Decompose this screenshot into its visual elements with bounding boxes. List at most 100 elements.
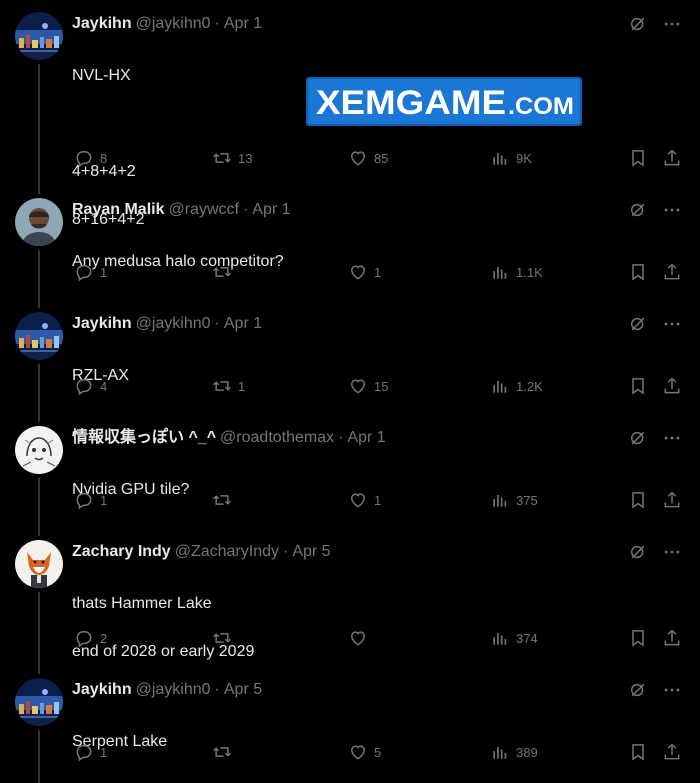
tweet-header: Jaykihn @jaykihn0 · Apr 5 [72,680,262,700]
retweet-icon [213,633,231,643]
share-button[interactable] [662,628,682,648]
avatar[interactable] [15,540,63,588]
avatar[interactable] [15,312,63,360]
more-options-button[interactable] [662,680,682,700]
reply-button[interactable]: 1 [74,262,107,282]
avatar[interactable] [15,198,63,246]
grok-button[interactable] [628,428,648,448]
reply-button[interactable]: 8 [74,148,107,168]
retweet-icon [213,495,231,505]
more-options-button[interactable] [662,428,682,448]
likes-count: 1 [374,492,382,508]
share-button[interactable] [662,262,682,282]
reply-button[interactable]: 1 [74,742,107,762]
retweet-button[interactable]: 1 [212,376,245,396]
bookmark-button[interactable] [628,376,648,396]
display-name[interactable]: Jaykihn [72,681,132,698]
views-button[interactable]: 389 [490,742,538,762]
tweet-header: 情報収集っぽい ^_^ @roadtothemax · Apr 1 [72,428,386,448]
like-button[interactable] [348,628,374,648]
tweet-date[interactable]: Apr 1 [347,429,385,446]
tweet-action-bar: 2 374 [72,628,700,650]
bar-chart-icon [493,381,507,393]
like-button[interactable]: 5 [348,742,381,762]
retweet-button[interactable] [212,490,238,510]
more-icon [664,22,680,26]
grok-icon [631,683,645,697]
like-button[interactable]: 85 [348,148,388,168]
user-handle[interactable]: @jaykihn0 [136,681,211,698]
bookmark-button[interactable] [628,262,648,282]
tweet-date[interactable]: Apr 1 [224,315,262,332]
reply-button[interactable]: 1 [74,490,107,510]
grok-button[interactable] [628,314,648,334]
tweet-header: Jaykihn @jaykihn0 · Apr 1 [72,314,262,334]
retweet-button[interactable] [212,742,238,762]
like-button[interactable]: 1 [348,490,381,510]
reply-icon [76,493,92,510]
display-name[interactable]: Jaykihn [72,15,132,32]
grok-button[interactable] [628,14,648,34]
more-options-button[interactable] [662,14,682,34]
heart-icon [350,379,366,394]
user-handle[interactable]: @raywccf [168,201,238,218]
share-icon [664,263,680,280]
avatar[interactable] [15,426,63,474]
avatar[interactable] [15,678,63,726]
more-options-button[interactable] [662,542,682,562]
display-name[interactable]: 情報収集っぽい ^_^ [72,429,216,446]
separator-dot: · [242,201,249,218]
avatar[interactable] [15,12,63,60]
views-button[interactable]: 1.2K [490,376,543,396]
heart-icon [350,631,366,646]
retweets-count: 13 [238,150,253,166]
bookmark-button[interactable] [628,148,648,168]
share-button[interactable] [662,376,682,396]
grok-button[interactable] [628,680,648,700]
more-options-button[interactable] [662,200,682,220]
display-name[interactable]: Jaykihn [72,315,132,332]
user-handle[interactable]: @jaykihn0 [136,15,211,32]
views-button[interactable]: 1.1K [490,262,543,282]
thread-connector [38,364,40,422]
tweet-thread: Jaykihn @jaykihn0 · Apr 1 NVL-HX 4+8+4+2 8+… [0,0,700,783]
bookmark-button[interactable] [628,490,648,510]
tweet-date[interactable]: Apr 5 [292,543,330,560]
views-button[interactable]: 374 [490,628,538,648]
tweet-text-line: thats Hammer Lake [72,595,212,612]
bookmark-button[interactable] [628,742,648,762]
share-icon [664,743,680,760]
views-button[interactable]: 9K [490,148,532,168]
more-options-button[interactable] [662,314,682,334]
display-name[interactable]: Zachary Indy [72,543,171,560]
like-button[interactable]: 15 [348,376,388,396]
share-button[interactable] [662,490,682,510]
like-button[interactable]: 1 [348,262,381,282]
bar-chart-icon [493,495,507,507]
reply-icon [76,151,92,168]
retweet-button[interactable]: 13 [212,148,252,168]
grok-button[interactable] [628,542,648,562]
bar-chart-icon [493,633,507,645]
user-handle[interactable]: @jaykihn0 [136,315,211,332]
tweet-date[interactable]: Apr 1 [224,15,262,32]
thread-connector [38,250,40,308]
display-name[interactable]: Rayan Malik [72,201,164,218]
tweet-date[interactable]: Apr 5 [224,681,262,698]
user-handle[interactable]: @roadtothemax [220,429,334,446]
share-button[interactable] [662,148,682,168]
retweet-button[interactable] [212,628,238,648]
reply-button[interactable]: 4 [74,376,107,396]
tweet-top-actions [628,428,682,448]
tweet-top-actions [628,314,682,334]
retweet-button[interactable] [212,262,238,282]
grok-button[interactable] [628,200,648,220]
tweet-top-actions [628,14,682,34]
views-button[interactable]: 375 [490,490,538,510]
user-handle[interactable]: @ZacharyIndy [175,543,279,560]
reply-button[interactable]: 2 [74,628,107,648]
share-button[interactable] [662,742,682,762]
tweet-header: Jaykihn @jaykihn0 · Apr 1 [72,14,262,34]
bookmark-button[interactable] [628,628,648,648]
tweet-date[interactable]: Apr 1 [252,201,290,218]
